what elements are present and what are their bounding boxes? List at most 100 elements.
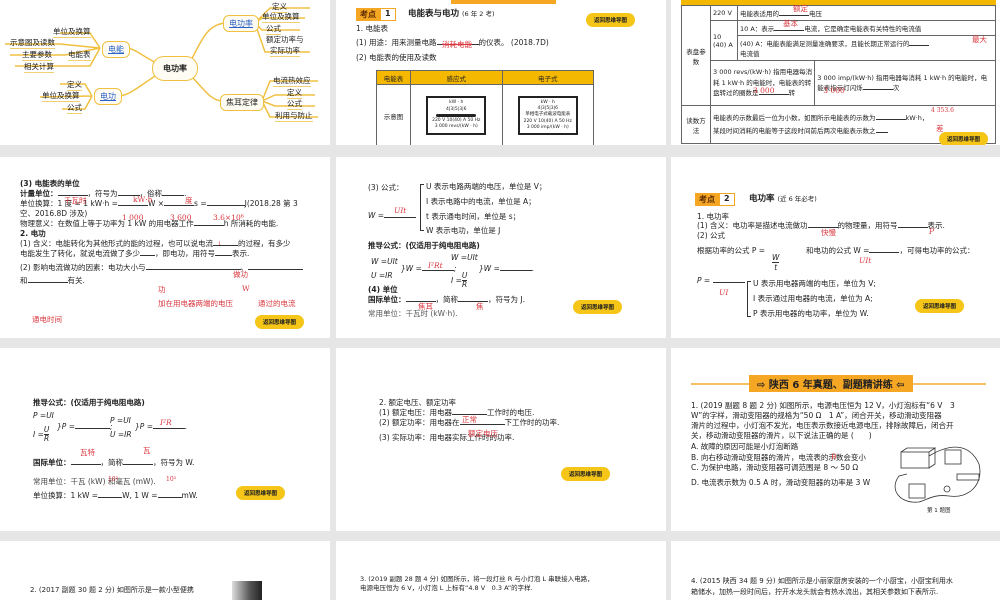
text-line: 推导公式：(仅适用于纯电阻电路): [33, 398, 145, 407]
text-line: W 表示电功，单位是 J: [426, 226, 501, 235]
leaf: 相关计算: [24, 62, 54, 73]
text-line: 和 有关.: [20, 276, 85, 285]
text: ，可得电功率的公式：: [899, 246, 975, 255]
text: 10 A：表示: [740, 25, 775, 33]
text-line: 和电功的公式 W = ，可得电功率的公式：: [806, 246, 974, 255]
slide-power[interactable]: 考点 2 电功率 (近 6 年必考) 1. 电功率 (1) 含义：电功率是描述电流…: [671, 157, 1000, 338]
text: 计量单位：: [20, 189, 58, 198]
back-to-mindmap-button[interactable]: 返回思维导图: [586, 13, 636, 27]
text: (1) 额定电压：用电器: [379, 408, 453, 417]
back-to-mindmap-button[interactable]: 返回思维导图: [939, 132, 989, 145]
text: (1) 含义：电功率是描述电流做功: [697, 221, 808, 230]
text: 电能发生了转化，就说电流做了多少: [20, 249, 140, 258]
text-line: (3) 电能表的单位: [20, 179, 80, 188]
fraction: Wt: [772, 253, 780, 272]
digits: 4|3|5|3|6: [446, 106, 467, 112]
answer: 最大: [972, 35, 987, 44]
digit: 5: [454, 106, 458, 112]
answer: UI: [719, 288, 729, 297]
leaf: 公式: [67, 103, 82, 114]
cell: 电能表适用的 电压 额定: [737, 4, 996, 21]
text: kW·h，: [905, 113, 929, 122]
back-to-mindmap-button[interactable]: 返回思维导图: [915, 299, 965, 313]
digit: 4: [537, 106, 541, 112]
badge-number: 2: [719, 193, 735, 206]
option-a[interactable]: A. 故障的原因可能是小灯泡断路: [691, 442, 798, 451]
badge-label: 考点: [695, 193, 719, 206]
mindmap-node-power[interactable]: 电功率: [223, 15, 259, 32]
title-note: (6 年 2 考): [461, 10, 495, 18]
answer: 功: [158, 285, 166, 294]
induction-meter-diagram: kW · h 4|3|5|3|6 220 V 10(40) A 50 Hz 3 000…: [426, 96, 487, 135]
leaf: 额定功率与: [266, 35, 304, 44]
formula: I = U R: [451, 271, 468, 290]
slide-exam-question-2[interactable]: 2. (2017 副题 30 题 2 分) 如图所示是一款小型便携: [0, 541, 330, 600]
back-to-mindmap-button[interactable]: 返回思维导图: [255, 315, 305, 329]
formula: U =IR: [110, 430, 132, 439]
text: 的过程，有多少: [238, 239, 291, 248]
text: 电能表适用的: [740, 10, 779, 18]
digit: 3: [459, 106, 463, 112]
leaf: 公式: [266, 24, 281, 35]
answer: I²R: [160, 418, 172, 427]
mindmap-node-energy[interactable]: 电能: [102, 41, 130, 58]
mindmap-node-work[interactable]: 电功: [94, 88, 122, 105]
section-title: 电能表与电功 (6 年 2 考): [408, 9, 495, 19]
back-to-mindmap-button[interactable]: 返回思维导图: [236, 486, 286, 500]
text: 转: [788, 89, 796, 98]
text: ，简称: [100, 458, 124, 467]
leaf: 示意图及读数: [10, 38, 55, 49]
text: 物理意义：在数值上等于功率为 1 kW 的用电器工作: [20, 219, 194, 228]
back-to-mindmap-button[interactable]: 返回思维导图: [573, 300, 623, 314]
slide-exam-question-3[interactable]: 3. (2019 副题 28 题 4 分) 如图所示，将一段灯丝 R 与小灯泡 …: [336, 541, 666, 600]
digit: 3: [541, 106, 545, 112]
option-d[interactable]: D. 电流表示数为 0.5 A 时，滑动变阻器的功率是 3 W: [691, 478, 870, 487]
slide-rated-power[interactable]: 2. 额定电压、额定功率 (1) 额定电压：用电器 工作时的电压. (2) 额定功…: [336, 348, 666, 531]
spec: 单相电子式载波电能表: [525, 112, 571, 118]
formula: U =IR: [371, 271, 393, 280]
slide-exam-question-1[interactable]: ⇨ 陕西 6 年真题、副题精讲练 ⇦ 1. (2019 副题 8 题 2 分) …: [671, 348, 1000, 531]
leaf: 单位及换算: [42, 91, 80, 102]
digit: 5: [546, 106, 550, 112]
text: J(2018.28 第 3: [244, 199, 298, 208]
slide-meter[interactable]: 考点 1 电能表与电功 (6 年 2 考) 返回思维导图 1. 电能表 (1) 用…: [336, 0, 666, 145]
slide-power-derived[interactable]: 推导公式：(仅适用于纯电阻电路) P =UI I = U R }P =; P =UI…: [0, 348, 330, 531]
question-text: W”的字样，滑动变阻器的规格为“50 Ω 1 A”，闭合开关，移动滑动变阻器: [691, 411, 942, 420]
text: 电流值: [740, 50, 760, 58]
text-line: 单位换算：1 kW = W, 1 W = mW.: [33, 491, 198, 500]
text: 国际单位：: [33, 458, 71, 467]
badge-label: 考点: [356, 8, 380, 21]
slide-mindmap[interactable]: 电功率 电功率 电能 电功 焦耳定律 定义 单位及换算 公式 额定功率与 实际功…: [0, 0, 330, 145]
option-b[interactable]: B. 向右移动滑动变阻器的滑片，电流表的示数会变小: [691, 453, 866, 462]
text-line: 1. 电能表: [356, 24, 389, 33]
answer: I²Rt: [428, 261, 443, 270]
leaf: 公式: [287, 99, 302, 110]
denominator: R: [44, 434, 50, 444]
text: 的物理量，用符号: [837, 221, 898, 230]
mindmap-node-joule[interactable]: 焦耳定律: [220, 94, 264, 111]
slide-meter-params[interactable]: 表盘参数 220 V 电能表适用的 电压 额定 10 (40) A 10 A：表示 电流，它…: [671, 0, 1000, 145]
text: 某段时间消耗的电能等于这段时间前后两次电能表示数之: [713, 126, 876, 135]
leaf: 单位及换算: [53, 27, 91, 38]
text-line: 国际单位： ，简称 ，符号为 W.: [33, 458, 194, 467]
text: ，简称: [435, 295, 459, 304]
text-line: P 表示用电器的电功率，单位为 W.: [753, 309, 869, 318]
text: 有关.: [67, 276, 85, 285]
slide-work-formula[interactable]: (3) 公式： W = UIt U 表示电路两端的电压，单位是 V； I 表示电…: [336, 157, 666, 338]
question-text: 4. (2015 陕西 34 题 9 分) 如图所示是小丽家厨房安装的一个小厨宝…: [691, 577, 953, 585]
back-to-mindmap-button[interactable]: 返回思维导图: [561, 467, 611, 481]
formula: P =UI: [33, 411, 54, 420]
leaf: 利用与防止: [275, 111, 313, 122]
question-text: 电源电压恒为 6 V，小灯泡 L 上标有“4.8 V 0.3 A”的字样.: [360, 584, 533, 592]
title-note: (近 6 年必考): [777, 195, 817, 203]
option-c[interactable]: C. 为保护电路，滑动变阻器可调范围是 8 ～ 50 Ω: [691, 463, 858, 472]
slide-exam-question-4[interactable]: 4. (2015 陕西 34 题 9 分) 如图所示是小丽家厨房安装的一个小厨宝…: [671, 541, 1000, 600]
slide-meter-units[interactable]: (3) 电能表的单位 计量单位： ，符号为 ，俗称. 单位换算：1 度 = 1 kW…: [0, 157, 330, 338]
answer: 3 000: [823, 86, 845, 95]
text: 和电功的公式 W =: [806, 246, 870, 255]
th: 电能表: [376, 70, 411, 85]
mindmap-center[interactable]: 电功率: [152, 56, 198, 81]
text: (2) 额定功率：用电器在: [379, 418, 460, 427]
row-label: 表盘参数: [681, 5, 711, 106]
question-text: 3. (2019 副题 28 题 4 分) 如图所示，将一段灯丝 R 与小灯泡 …: [360, 575, 594, 583]
